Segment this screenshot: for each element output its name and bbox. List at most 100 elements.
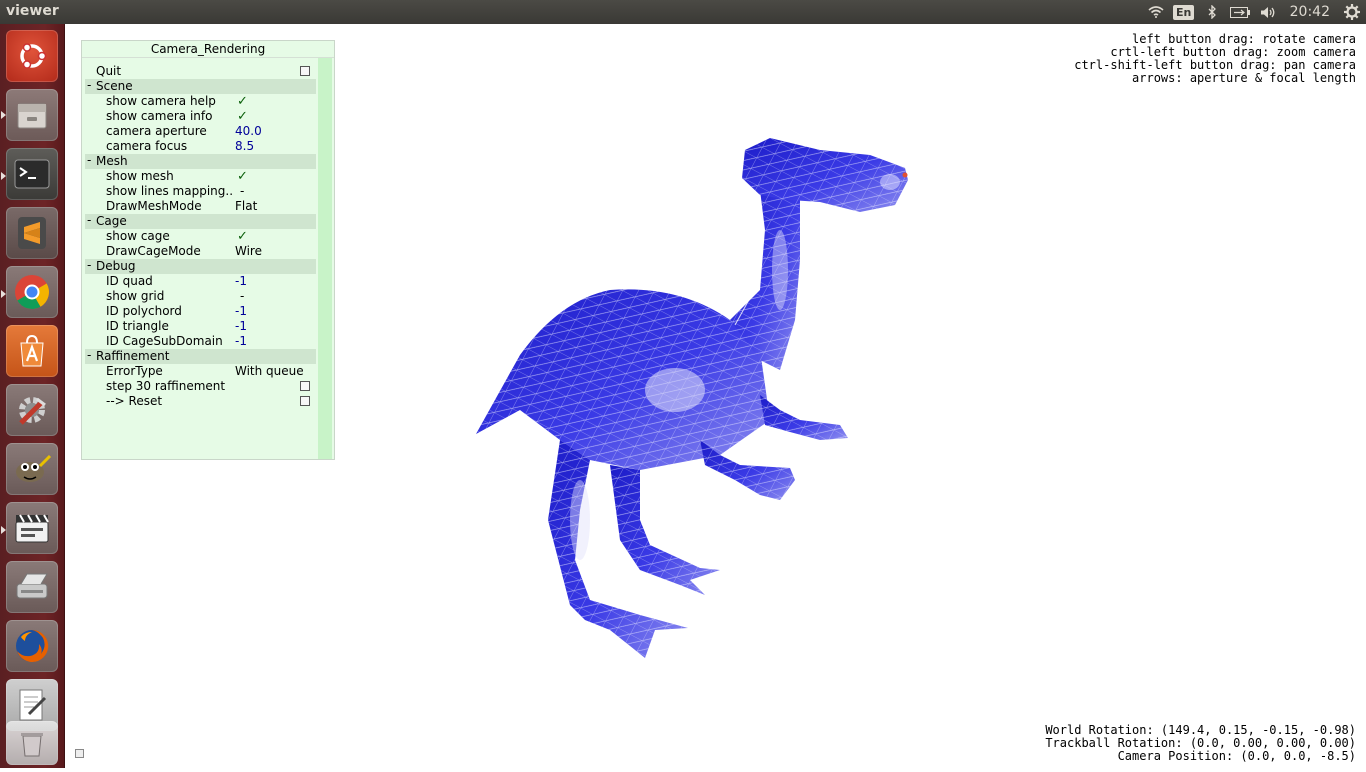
toggle-off-indicator[interactable]: - [240,184,244,199]
section-scene[interactable]: - Scene [85,78,316,94]
button-icon[interactable] [300,396,310,406]
mode-value[interactable]: Wire [235,244,262,259]
step-raffinement-button[interactable]: step 30 raffinement [85,379,316,394]
id-value[interactable]: -1 [235,334,247,349]
row-label: ErrorType [106,364,163,378]
keyboard-language-indicator[interactable]: En [1170,0,1198,24]
reset-button[interactable]: --> Reset [85,394,316,409]
collapse-icon[interactable]: - [87,78,91,92]
quit-button[interactable]: Quit [85,64,316,79]
show-lines-mapping-toggle[interactable]: show lines mapping.. - [85,184,316,199]
collapse-icon[interactable]: - [87,153,91,167]
running-indicator [1,172,6,180]
camera-focus-field[interactable]: camera focus 8.5 [85,139,316,154]
gear-icon[interactable] [1338,0,1366,24]
focus-value[interactable]: 8.5 [235,139,254,154]
camera-position: Camera Position: (0.0, 0.0, -8.5) [1117,749,1356,763]
section-label: Cage [96,214,127,228]
toggle-off-indicator[interactable]: - [240,289,244,304]
terminal-icon[interactable] [6,148,58,200]
camera-rendering-panel: Camera_Rendering Quit - Scene show camer… [81,40,335,460]
show-camera-help-toggle[interactable]: show camera help ✓ [85,94,316,109]
launcher [0,24,65,768]
row-label: ID CageSubDomain [106,334,223,348]
window-title: viewer [6,3,59,19]
check-icon[interactable]: ✓ [237,229,248,244]
id-value[interactable]: -1 [235,274,247,289]
check-icon[interactable]: ✓ [237,109,248,124]
show-cage-toggle[interactable]: show cage ✓ [85,229,316,244]
sublime-text-icon[interactable] [6,207,58,259]
section-label: Raffinement [96,349,170,363]
check-icon[interactable]: ✓ [237,169,248,184]
help-line: arrows: aperture & focal length [1132,71,1356,85]
running-indicator [1,526,6,534]
button-icon[interactable] [300,66,310,76]
collapse-icon[interactable]: - [87,258,91,272]
error-type-value[interactable]: With queue [235,364,304,379]
mode-value[interactable]: Flat [235,199,257,214]
quit-label: Quit [96,64,122,78]
section-raffinement[interactable]: - Raffinement [85,348,316,364]
collapse-icon[interactable]: - [87,213,91,227]
row-label: show camera help [106,94,216,108]
aperture-value[interactable]: 40.0 [235,124,262,139]
row-label: show grid [106,289,165,303]
camera-aperture-field[interactable]: camera aperture 40.0 [85,124,316,139]
top-panel: viewer En 20:42 [0,0,1366,24]
panel-title: Camera_Rendering [82,41,334,58]
running-indicator [1,290,6,298]
check-icon[interactable]: ✓ [237,94,248,109]
files-icon[interactable] [6,89,58,141]
draw-cage-mode-select[interactable]: DrawCageMode Wire [85,244,316,259]
chrome-icon[interactable] [6,266,58,318]
row-label: show mesh [106,169,174,183]
volume-icon[interactable] [1254,0,1282,24]
section-mesh[interactable]: - Mesh [85,153,316,169]
row-label: ID polychord [106,304,182,318]
id-quad-field[interactable]: ID quad -1 [85,274,316,289]
id-value[interactable]: -1 [235,304,247,319]
show-camera-info-toggle[interactable]: show camera info ✓ [85,109,316,124]
row-label: show lines mapping.. [106,184,234,198]
bluetooth-icon[interactable] [1198,0,1226,24]
battery-icon[interactable] [1226,0,1254,24]
software-center-icon[interactable] [6,325,58,377]
row-label: show camera info [106,109,213,123]
row-label: camera aperture [106,124,207,138]
button-icon[interactable] [300,381,310,391]
ubuntu-dash-icon[interactable] [6,30,58,82]
section-label: Mesh [96,154,128,168]
trash-icon[interactable] [6,721,58,765]
row-label: DrawCageMode [106,244,201,258]
panel-scrollbar[interactable] [318,58,332,459]
error-type-select[interactable]: ErrorType With queue [85,364,316,379]
row-label: camera focus [106,139,188,153]
system-settings-icon[interactable] [6,384,58,436]
section-cage[interactable]: - Cage [85,213,316,229]
row-label: --> Reset [106,394,163,408]
panel-toggle-button[interactable] [75,749,84,758]
row-label: ID triangle [106,319,169,333]
clock[interactable]: 20:42 [1282,4,1338,20]
row-label: ID quad [106,274,153,288]
video-editor-icon[interactable] [6,502,58,554]
section-label: Debug [96,259,136,273]
scanner-icon[interactable] [6,561,58,613]
section-label: Scene [96,79,133,93]
collapse-icon[interactable]: - [87,348,91,362]
row-label: step 30 raffinement [106,379,226,393]
wifi-icon[interactable] [1142,0,1170,24]
firefox-icon[interactable] [6,620,58,672]
id-cage-subdomain-field[interactable]: ID CageSubDomain -1 [85,334,316,349]
gimp-icon[interactable] [6,443,58,495]
id-value[interactable]: -1 [235,319,247,334]
draw-mesh-mode-select[interactable]: DrawMeshMode Flat [85,199,316,214]
id-triangle-field[interactable]: ID triangle -1 [85,319,316,334]
section-debug[interactable]: - Debug [85,258,316,274]
show-grid-toggle[interactable]: show grid - [85,289,316,304]
system-tray: En 20:42 [1142,0,1366,24]
id-polychord-field[interactable]: ID polychord -1 [85,304,316,319]
camera-info-overlay: World Rotation: (149.4, 0.15, -0.15, -0.… [1045,724,1356,763]
show-mesh-toggle[interactable]: show mesh ✓ [85,169,316,184]
